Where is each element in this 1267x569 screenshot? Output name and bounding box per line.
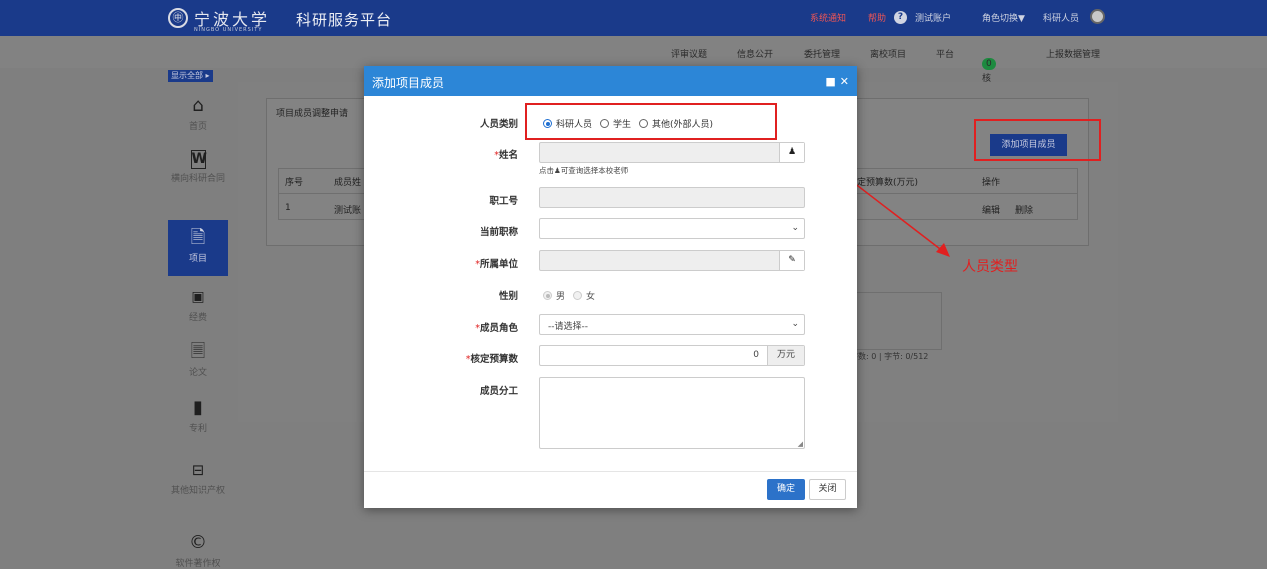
confirm-button[interactable]: 确定 xyxy=(767,479,805,500)
name-label: *姓名 xyxy=(494,150,518,161)
gender-radio-group: 男 女 xyxy=(539,289,595,302)
name-field[interactable]: ♟ xyxy=(539,142,805,163)
name-label-text: 姓名 xyxy=(498,150,518,161)
radio-male[interactable] xyxy=(543,291,552,300)
budget-label-text: 核定预算数 xyxy=(470,354,518,365)
title-label: 当前职称 xyxy=(479,227,518,238)
user-search-icon[interactable]: ♟ xyxy=(779,143,804,162)
staff-no-field[interactable] xyxy=(539,187,805,208)
maximize-icon[interactable]: ■ xyxy=(825,75,835,88)
pencil-icon[interactable]: ✎ xyxy=(779,251,804,270)
type-highlight xyxy=(525,103,777,140)
staff-no-label: 职工号 xyxy=(489,196,518,207)
unit-label: *所属单位 xyxy=(475,259,518,270)
close-icon[interactable]: ✕ xyxy=(840,75,849,88)
unit-label-text: 所属单位 xyxy=(479,259,518,270)
radio-female-label: 女 xyxy=(586,292,596,302)
close-button[interactable]: 关闭 xyxy=(809,479,846,500)
name-hint: 点击♟可查询选择本校老师 xyxy=(539,166,629,175)
budget-input[interactable]: 0 万元 xyxy=(539,345,805,366)
chevron-down-icon: ⌄ xyxy=(791,223,799,233)
budget-unit: 万元 xyxy=(767,346,804,365)
dialog-header: 添加项目成员 ■ ✕ xyxy=(364,66,857,96)
dialog-title: 添加项目成员 xyxy=(372,76,445,90)
budget-label: *核定预算数 xyxy=(465,354,518,365)
role-label: *成员角色 xyxy=(475,323,518,334)
division-textarea[interactable]: ◢ xyxy=(539,377,805,449)
title-select[interactable]: ⌄ xyxy=(539,218,805,239)
unit-field[interactable]: ✎ xyxy=(539,250,805,271)
resize-handle-icon[interactable]: ◢ xyxy=(798,440,803,448)
role-select[interactable]: --请选择-- ⌄ xyxy=(539,314,805,335)
division-label: 成员分工 xyxy=(479,386,518,397)
role-select-value: --请选择-- xyxy=(548,322,588,332)
arrow-head xyxy=(936,243,950,257)
role-label-text: 成员角色 xyxy=(479,323,518,334)
gender-label: 性别 xyxy=(498,291,518,302)
radio-female[interactable] xyxy=(573,291,583,300)
dialog-controls: ■ ✕ xyxy=(821,75,849,88)
radio-male-label: 男 xyxy=(556,292,566,302)
dialog-footer-divider xyxy=(364,471,857,472)
chevron-down-icon: ⌄ xyxy=(791,319,799,329)
add-member-dialog: 添加项目成员 ■ ✕ 人员类别 科研人员 学生 其他(外部人员) *姓名 ♟ 点击… xyxy=(364,66,857,508)
budget-value: 0 xyxy=(753,350,759,360)
type-label: 人员类别 xyxy=(479,119,518,130)
